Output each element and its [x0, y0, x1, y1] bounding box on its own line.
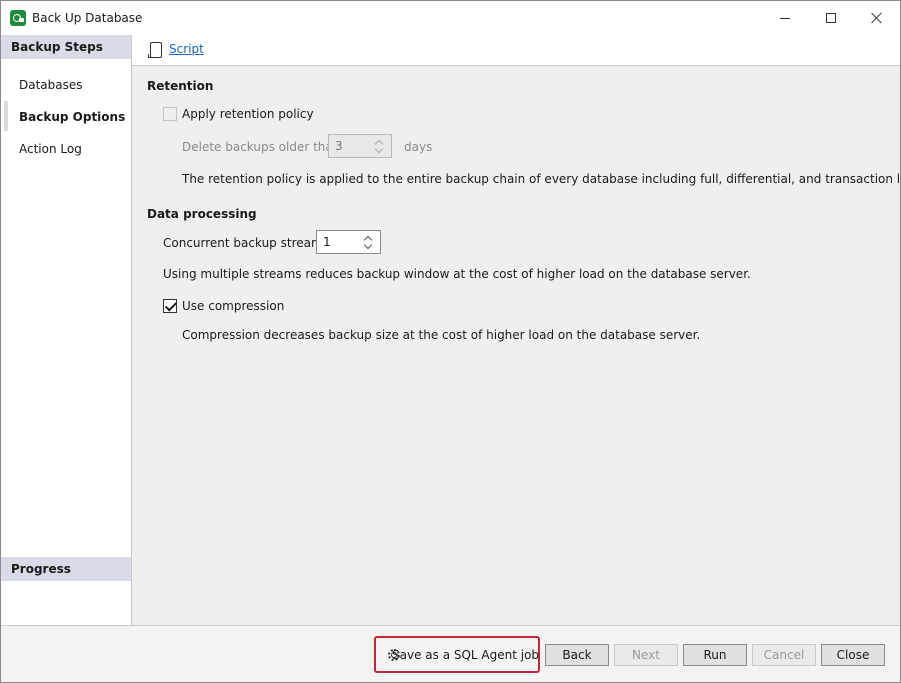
run-button[interactable]: Run	[683, 644, 747, 666]
next-button[interactable]: Next	[614, 644, 678, 666]
use-compression-label: Use compression	[182, 299, 285, 313]
save-sql-agent-job-label: Save as a SQL Agent job	[392, 647, 540, 662]
retention-description: The retention policy is applied to the e…	[182, 172, 901, 186]
backup-options-panel: Script Retention Apply retention policy …	[132, 35, 900, 625]
delete-backups-label: Delete backups older than:	[182, 140, 345, 154]
concurrent-streams-value: 1	[323, 235, 331, 249]
script-icon[interactable]	[148, 42, 162, 58]
close-window-button[interactable]	[854, 1, 900, 35]
chevron-down-icon	[363, 240, 373, 250]
nav-item-backup-options[interactable]: Backup Options	[1, 101, 131, 131]
data-processing-section-title: Data processing	[147, 207, 257, 221]
script-link[interactable]: Script	[169, 42, 204, 56]
progress-header: Progress	[1, 557, 131, 581]
backup-steps-header: Backup Steps	[1, 35, 131, 59]
stepper-arrows[interactable]	[373, 137, 387, 155]
toolbar: Script	[132, 35, 900, 66]
nav-item-databases[interactable]: Databases	[1, 69, 131, 99]
apply-retention-label: Apply retention policy	[182, 107, 314, 121]
button-bar: Save as a SQL Agent job Back Next Run Ca…	[1, 625, 900, 682]
retention-days-stepper[interactable]: 3	[328, 134, 392, 158]
retention-section-title: Retention	[147, 79, 214, 93]
close-icon	[871, 12, 883, 24]
chevron-down-icon	[374, 144, 384, 154]
window-title: Back Up Database	[32, 11, 143, 25]
maximize-icon	[826, 13, 836, 23]
maximize-button[interactable]	[808, 1, 854, 35]
compression-description: Compression decreases backup size at the…	[182, 328, 701, 342]
use-compression-checkbox[interactable]	[163, 299, 177, 313]
minimize-button[interactable]	[762, 1, 808, 35]
stepper-arrows[interactable]	[362, 233, 376, 251]
concurrent-streams-label: Concurrent backup streams:	[163, 236, 333, 250]
apply-retention-checkbox[interactable]	[163, 107, 177, 121]
streams-description: Using multiple streams reduces backup wi…	[163, 267, 751, 281]
nav-item-action-log[interactable]: Action Log	[1, 133, 131, 163]
back-button[interactable]: Back	[545, 644, 609, 666]
save-sql-agent-job-content[interactable]: Save as a SQL Agent job	[378, 640, 540, 669]
retention-days-unit: days	[404, 140, 433, 154]
backup-database-window: Back Up Database Backup Steps Databases …	[0, 0, 901, 683]
minimize-icon	[780, 17, 790, 19]
save-sql-agent-job-button[interactable]: Save as a SQL Agent job	[374, 636, 540, 673]
backup-steps-sidebar: Backup Steps Databases Backup Options Ac…	[1, 35, 132, 625]
retention-days-value: 3	[335, 139, 343, 153]
database-backup-icon	[10, 10, 26, 26]
cancel-button[interactable]: Cancel	[752, 644, 816, 666]
close-button[interactable]: Close	[821, 644, 885, 666]
concurrent-streams-stepper[interactable]: 1	[316, 230, 381, 254]
title-bar[interactable]: Back Up Database	[1, 1, 900, 35]
